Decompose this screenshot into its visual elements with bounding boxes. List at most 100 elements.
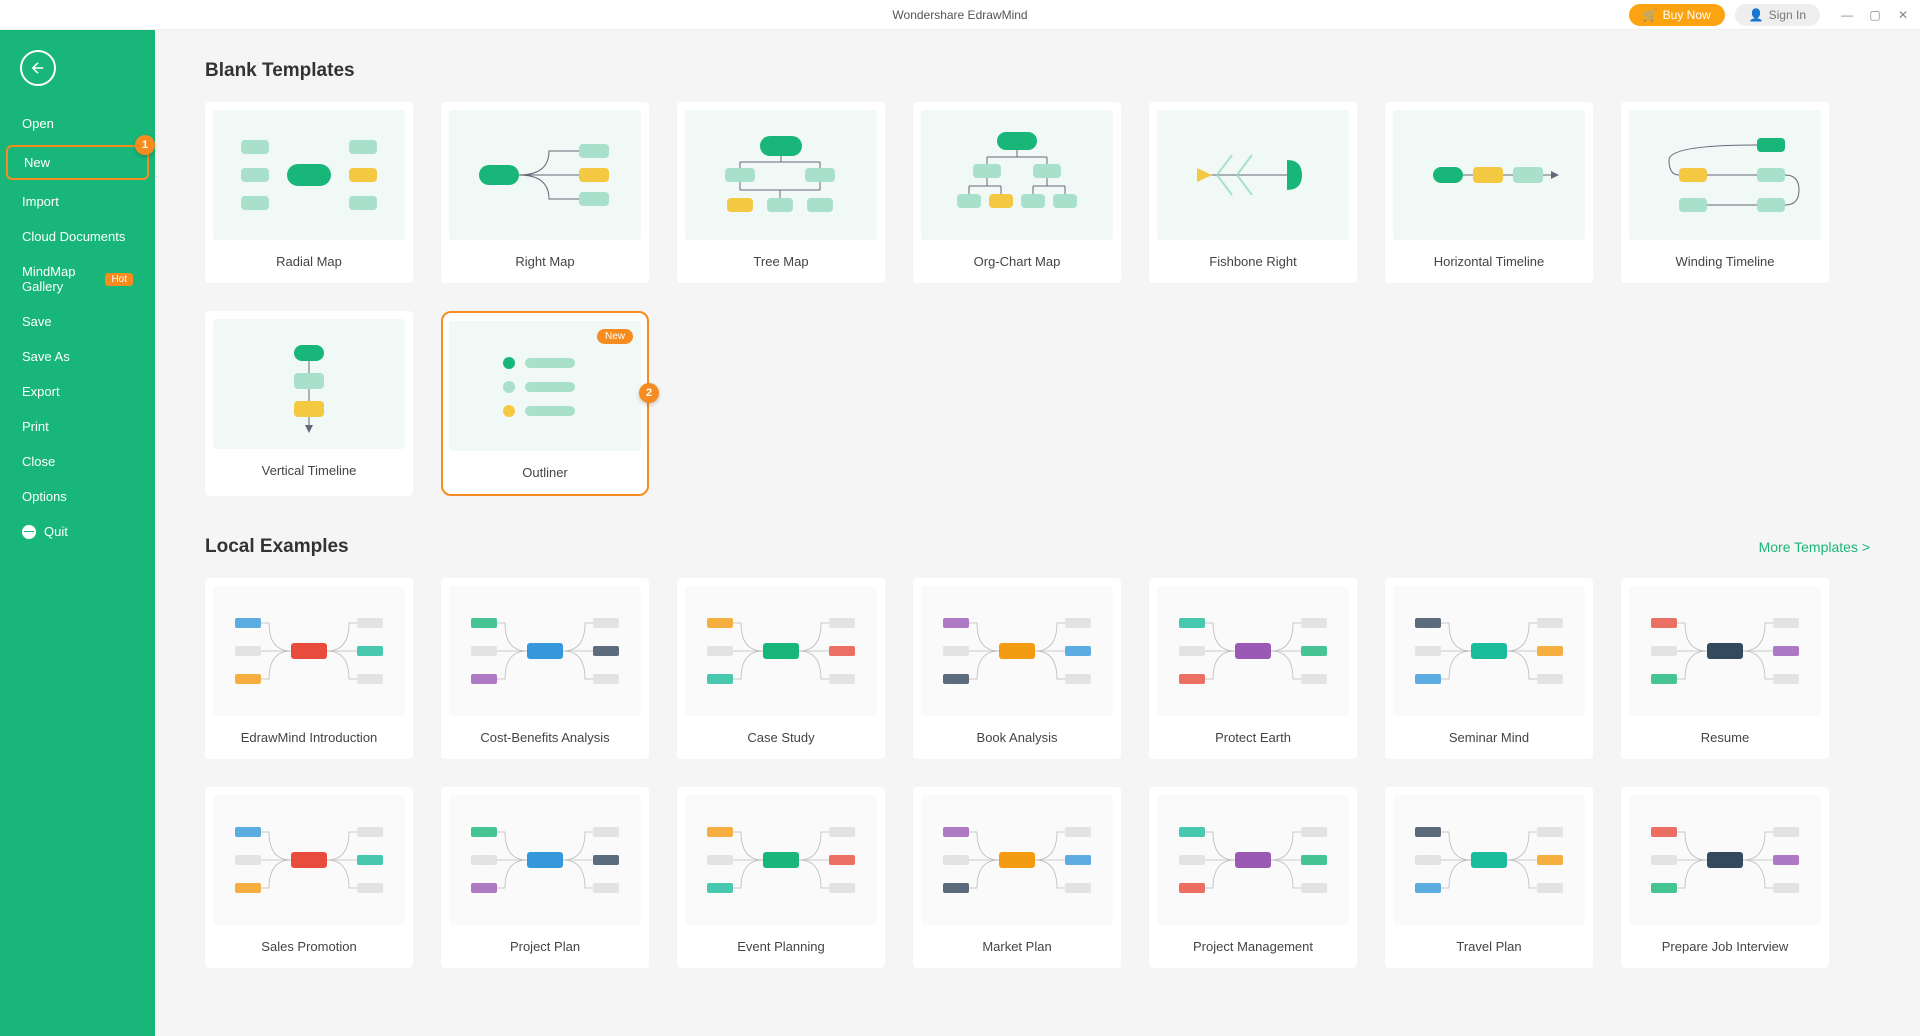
- template-thumb: [213, 319, 405, 449]
- sidebar-item-new[interactable]: New 1: [6, 145, 149, 180]
- template-label: Horizontal Timeline: [1434, 254, 1545, 269]
- example-thumb: [449, 586, 641, 716]
- quit-icon: —: [22, 525, 36, 539]
- template-right-map[interactable]: Right Map: [441, 102, 649, 283]
- example-card[interactable]: Market Plan: [913, 787, 1121, 968]
- example-card[interactable]: Resume: [1621, 578, 1829, 759]
- example-card[interactable]: Cost-Benefits Analysis: [441, 578, 649, 759]
- template-label: Outliner: [522, 465, 568, 480]
- example-card[interactable]: Sales Promotion: [205, 787, 413, 968]
- template-label: Right Map: [515, 254, 574, 269]
- example-card[interactable]: Travel Plan: [1385, 787, 1593, 968]
- template-thumb: New: [449, 321, 641, 451]
- sidebar-item-import[interactable]: Import: [0, 184, 155, 219]
- sidebar-item-label: Print: [22, 419, 49, 434]
- sidebar-item-save-as[interactable]: Save As: [0, 339, 155, 374]
- example-thumb: [685, 586, 877, 716]
- sidebar-item-print[interactable]: Print: [0, 409, 155, 444]
- example-card[interactable]: Book Analysis: [913, 578, 1121, 759]
- example-thumb: [1393, 586, 1585, 716]
- example-thumb: [449, 795, 641, 925]
- example-card[interactable]: Event Planning: [677, 787, 885, 968]
- sidebar-item-label: Cloud Documents: [22, 229, 125, 244]
- example-card[interactable]: Protect Earth: [1149, 578, 1357, 759]
- example-label: Event Planning: [737, 939, 824, 954]
- user-icon: 👤: [1749, 8, 1764, 22]
- sidebar-item-close[interactable]: Close: [0, 444, 155, 479]
- new-badge: New: [597, 329, 633, 344]
- titlebar: Wondershare EdrawMind 🛒 Buy Now 👤 Sign I…: [0, 0, 1920, 30]
- sidebar-item-label: Export: [22, 384, 60, 399]
- example-label: Project Management: [1193, 939, 1313, 954]
- template-thumb: [1157, 110, 1349, 240]
- local-examples-grid: EdrawMind Introduction Cost-Benefits Anal…: [205, 578, 1870, 968]
- example-card[interactable]: Case Study: [677, 578, 885, 759]
- annotation-2: 2: [639, 383, 659, 403]
- example-label: Market Plan: [982, 939, 1051, 954]
- example-card[interactable]: Project Management: [1149, 787, 1357, 968]
- template-vertical-timeline[interactable]: Vertical Timeline: [205, 311, 413, 496]
- sidebar-item-quit[interactable]: — Quit: [0, 514, 155, 549]
- sidebar-item-label: Save: [22, 314, 52, 329]
- sidebar-item-open[interactable]: Open: [0, 106, 155, 141]
- template-fishbone-right[interactable]: Fishbone Right: [1149, 102, 1357, 283]
- content-area: Blank Templates Radial Map: [155, 30, 1920, 1036]
- app-title: Wondershare EdrawMind: [892, 8, 1027, 22]
- local-examples-header: Local Examples More Templates >: [205, 536, 1870, 558]
- example-label: Seminar Mind: [1449, 730, 1529, 745]
- template-label: Fishbone Right: [1209, 254, 1296, 269]
- more-templates-link[interactable]: More Templates >: [1759, 539, 1870, 555]
- example-card[interactable]: Project Plan: [441, 787, 649, 968]
- template-outliner[interactable]: New Outliner 2: [441, 311, 649, 496]
- sidebar-item-save[interactable]: Save: [0, 304, 155, 339]
- sidebar-item-label: Import: [22, 194, 59, 209]
- template-org-chart-map[interactable]: Org-Chart Map: [913, 102, 1121, 283]
- template-label: Org-Chart Map: [974, 254, 1061, 269]
- example-label: Cost-Benefits Analysis: [480, 730, 609, 745]
- back-button[interactable]: [20, 50, 56, 86]
- arrow-left-icon: [29, 59, 47, 77]
- annotation-1: 1: [135, 135, 155, 155]
- local-examples-title: Local Examples: [205, 536, 349, 558]
- close-button[interactable]: ✕: [1896, 8, 1910, 22]
- sidebar-item-label: Close: [22, 454, 55, 469]
- example-thumb: [1393, 795, 1585, 925]
- template-tree-map[interactable]: Tree Map: [677, 102, 885, 283]
- sign-in-label: Sign In: [1769, 8, 1806, 22]
- example-label: EdrawMind Introduction: [241, 730, 378, 745]
- sidebar-item-cloud-documents[interactable]: Cloud Documents: [0, 219, 155, 254]
- template-thumb: [1393, 110, 1585, 240]
- blank-templates-title: Blank Templates: [205, 60, 1870, 82]
- sidebar-item-options[interactable]: Options: [0, 479, 155, 514]
- hot-badge: Hot: [105, 273, 133, 286]
- buy-now-button[interactable]: 🛒 Buy Now: [1629, 4, 1725, 26]
- sidebar: Open New 1 Import Cloud Documents MindMa…: [0, 30, 155, 1036]
- minimize-button[interactable]: —: [1840, 8, 1854, 22]
- maximize-button[interactable]: ▢: [1868, 8, 1882, 22]
- template-horizontal-timeline[interactable]: Horizontal Timeline: [1385, 102, 1593, 283]
- example-thumb: [921, 795, 1113, 925]
- template-radial-map[interactable]: Radial Map: [205, 102, 413, 283]
- template-label: Vertical Timeline: [262, 463, 357, 478]
- example-label: Protect Earth: [1215, 730, 1291, 745]
- sidebar-item-mindmap-gallery[interactable]: MindMap Gallery Hot: [0, 254, 155, 304]
- example-label: Resume: [1701, 730, 1749, 745]
- sidebar-item-label: Options: [22, 489, 67, 504]
- example-card[interactable]: Prepare Job Interview: [1621, 787, 1829, 968]
- example-card[interactable]: EdrawMind Introduction: [205, 578, 413, 759]
- example-label: Travel Plan: [1456, 939, 1521, 954]
- example-card[interactable]: Seminar Mind: [1385, 578, 1593, 759]
- template-winding-timeline[interactable]: Winding Timeline: [1621, 102, 1829, 283]
- window-controls: — ▢ ✕: [1840, 8, 1910, 22]
- sidebar-item-label: MindMap Gallery: [22, 264, 97, 294]
- sidebar-item-export[interactable]: Export: [0, 374, 155, 409]
- example-label: Project Plan: [510, 939, 580, 954]
- buy-now-label: Buy Now: [1663, 8, 1711, 22]
- template-thumb: [449, 110, 641, 240]
- titlebar-right: 🛒 Buy Now 👤 Sign In — ▢ ✕: [1629, 4, 1910, 26]
- sign-in-button[interactable]: 👤 Sign In: [1735, 4, 1820, 26]
- template-label: Radial Map: [276, 254, 342, 269]
- sidebar-item-label: Save As: [22, 349, 70, 364]
- template-thumb: [685, 110, 877, 240]
- example-thumb: [921, 586, 1113, 716]
